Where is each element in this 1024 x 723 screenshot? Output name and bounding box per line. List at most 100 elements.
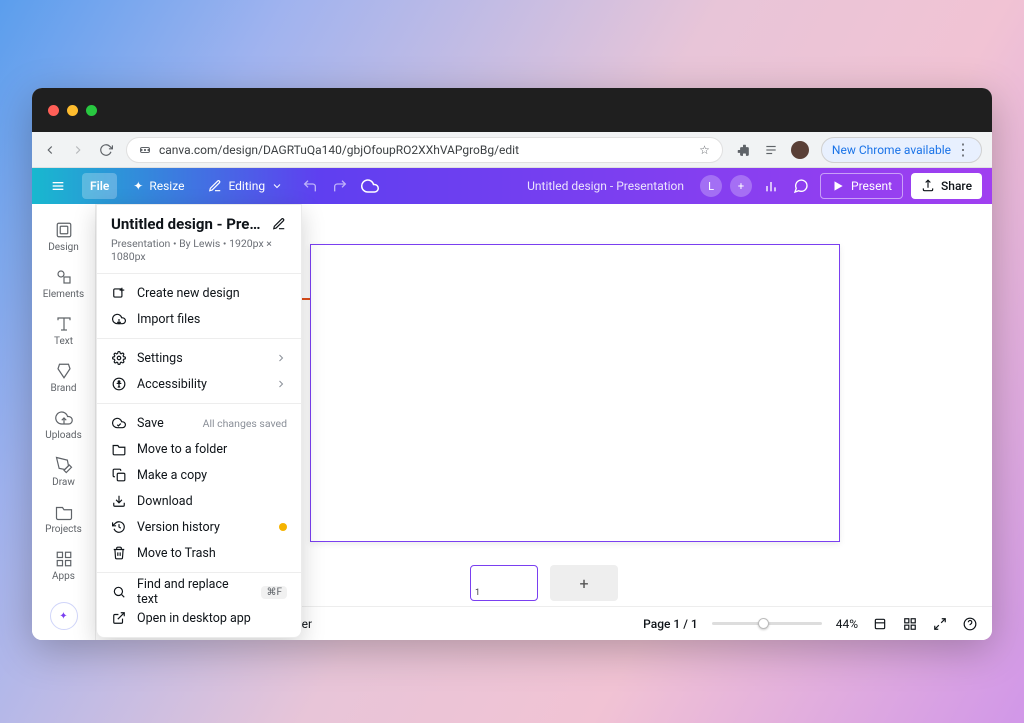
- minimize-window-button[interactable]: [67, 105, 78, 116]
- magic-button[interactable]: ✦: [50, 602, 78, 630]
- chrome-update-label: New Chrome available: [832, 143, 951, 157]
- rail-label: Uploads: [45, 430, 81, 441]
- slide-canvas[interactable]: [310, 244, 840, 542]
- rail-elements[interactable]: Elements: [32, 261, 96, 306]
- pencil-icon: [208, 179, 222, 193]
- close-window-button[interactable]: [48, 105, 59, 116]
- profile-avatar[interactable]: [791, 141, 809, 159]
- reload-button[interactable]: [98, 142, 114, 158]
- page-indicator[interactable]: Page 1 / 1: [643, 617, 698, 631]
- file-menu-subtitle: Presentation • By Lewis • 1920px × 1080p…: [111, 237, 287, 263]
- present-button[interactable]: Present: [820, 173, 903, 199]
- address-bar-right: New Chrome available ⋮: [735, 137, 982, 163]
- browser-window: canva.com/design/DAGRTuQa140/gbjOfoupRO2…: [32, 88, 992, 640]
- redo-button[interactable]: [329, 175, 351, 197]
- menu-find-replace[interactable]: Find and replace text⌘F: [97, 579, 301, 605]
- scroll-view-button[interactable]: [872, 616, 888, 632]
- analytics-icon[interactable]: [760, 175, 782, 197]
- rail-brand[interactable]: Brand: [32, 355, 96, 400]
- rail-projects[interactable]: Projects: [32, 496, 96, 541]
- editing-label: Editing: [228, 179, 265, 193]
- menu-import-files[interactable]: Import files: [97, 306, 301, 332]
- menu-open-desktop[interactable]: Open in desktop app: [97, 605, 301, 631]
- chrome-menu-icon[interactable]: ⋮: [955, 140, 971, 159]
- menu-settings[interactable]: Settings: [97, 345, 301, 371]
- menu-version-history[interactable]: Version history: [97, 514, 301, 540]
- undo-button[interactable]: [299, 175, 321, 197]
- bookmark-star-icon[interactable]: ☆: [699, 143, 710, 157]
- chrome-update-pill[interactable]: New Chrome available ⋮: [821, 137, 982, 163]
- chevron-right-icon: [275, 378, 287, 390]
- search-icon: [111, 584, 127, 600]
- window-titlebar: [32, 88, 992, 132]
- file-menu-label: File: [90, 179, 109, 193]
- cloud-import-icon: [111, 311, 127, 327]
- resize-button[interactable]: ✦Resize: [125, 173, 192, 199]
- back-button[interactable]: [42, 142, 58, 158]
- file-menu-button[interactable]: File: [82, 173, 117, 199]
- add-collaborator-button[interactable]: +: [730, 175, 752, 197]
- menu-label: Accessibility: [137, 377, 207, 392]
- save-status: All changes saved: [203, 417, 287, 430]
- avatar-letter: L: [708, 180, 714, 193]
- browser-address-bar: canva.com/design/DAGRTuQa140/gbjOfoupRO2…: [32, 132, 992, 168]
- rail-label: Text: [54, 336, 73, 347]
- zoom-slider[interactable]: [712, 622, 822, 625]
- rail-label: Projects: [45, 524, 82, 535]
- rail-uploads[interactable]: Uploads: [32, 402, 96, 447]
- apps-grid-icon: [54, 549, 74, 569]
- menu-make-copy[interactable]: Make a copy: [97, 462, 301, 488]
- rail-design[interactable]: Design: [32, 214, 96, 259]
- accessibility-icon: [111, 376, 127, 392]
- rail-label: Design: [48, 242, 79, 253]
- comments-icon[interactable]: [790, 175, 812, 197]
- menu-download[interactable]: Download: [97, 488, 301, 514]
- zoom-value[interactable]: 44%: [836, 617, 858, 631]
- left-rail: Design Elements Text Brand Uploads Draw …: [32, 204, 96, 640]
- file-menu-title[interactable]: Untitled design - Presentati…: [111, 215, 265, 233]
- new-design-icon: [111, 285, 127, 301]
- keyboard-shortcut: ⌘F: [261, 586, 287, 599]
- cloud-sync-icon[interactable]: [359, 175, 381, 197]
- menu-accessibility[interactable]: Accessibility: [97, 371, 301, 397]
- rail-apps[interactable]: Apps: [32, 543, 96, 588]
- fullscreen-button[interactable]: [932, 616, 948, 632]
- menu-save[interactable]: Save All changes saved: [97, 410, 301, 436]
- forward-button[interactable]: [70, 142, 86, 158]
- rail-draw[interactable]: Draw: [32, 449, 96, 494]
- reader-icon[interactable]: [763, 142, 779, 158]
- hamburger-menu-button[interactable]: [42, 173, 74, 199]
- add-page-button[interactable]: +: [550, 565, 618, 601]
- page-thumbnail[interactable]: 1: [470, 565, 538, 601]
- rail-label: Draw: [52, 477, 75, 488]
- chevron-right-icon: [275, 352, 287, 364]
- share-button[interactable]: Share: [911, 173, 982, 199]
- help-button[interactable]: [962, 616, 978, 632]
- rail-label: Apps: [52, 571, 75, 582]
- url-box[interactable]: canva.com/design/DAGRTuQa140/gbjOfoupRO2…: [126, 137, 723, 163]
- templates-icon: [54, 220, 74, 240]
- maximize-window-button[interactable]: [86, 105, 97, 116]
- resize-label: Resize: [149, 179, 184, 193]
- play-icon: [831, 179, 845, 193]
- grid-view-button[interactable]: [902, 616, 918, 632]
- zoom-slider-thumb[interactable]: [758, 618, 769, 629]
- rename-pencil-icon[interactable]: [271, 216, 287, 232]
- gear-icon: [111, 350, 127, 366]
- rail-text[interactable]: Text: [32, 308, 96, 353]
- extensions-icon[interactable]: [735, 142, 751, 158]
- user-avatar-badge[interactable]: L: [700, 175, 722, 197]
- menu-label: Create new design: [137, 286, 240, 301]
- page-number: 1: [475, 588, 480, 598]
- window-controls: [48, 105, 97, 116]
- editing-mode-button[interactable]: Editing: [200, 173, 291, 199]
- menu-create-new[interactable]: Create new design: [97, 280, 301, 306]
- url-text: canva.com/design/DAGRTuQa140/gbjOfoupRO2…: [159, 143, 519, 157]
- document-title[interactable]: Untitled design - Presentation: [527, 179, 684, 193]
- menu-label: Open in desktop app: [137, 611, 251, 626]
- menu-label: Save: [137, 416, 164, 431]
- canvas-area: Untitled design - Presentati… Presentati…: [96, 204, 992, 640]
- menu-move-folder[interactable]: Move to a folder: [97, 436, 301, 462]
- menu-label: Move to a folder: [137, 442, 227, 457]
- menu-move-trash[interactable]: Move to Trash: [97, 540, 301, 566]
